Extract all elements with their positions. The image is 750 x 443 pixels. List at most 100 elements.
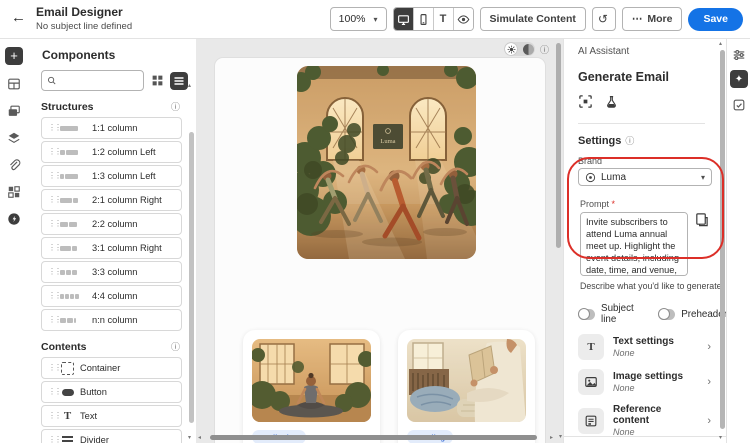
zoom-select[interactable]: 100% ▾ [329,7,387,31]
structure-item[interactable]: ⋮⋮ 3:1 column Right [41,237,182,259]
structure-item[interactable]: ⋮⋮ 2:2 column [41,213,182,235]
canvas-vertical-scrollbar[interactable]: ▾ [556,39,562,440]
meditation-card-image [252,339,371,422]
info-icon[interactable]: ⓘ [540,43,549,56]
email-card-meditation[interactable]: Meditation 15-Minute Guided Meditation [243,330,380,443]
drag-handle-icon[interactable]: ⋮⋮ [48,123,62,132]
back-icon[interactable]: ← [11,9,26,26]
scroll-right-icon[interactable]: ▸ [550,434,553,441]
info-icon[interactable]: ⓘ [625,134,634,147]
image-settings-row[interactable]: Image settings None › [578,369,711,395]
content-item-container[interactable]: ⋮⋮ Container [41,357,182,379]
scroll-down-icon[interactable]: ▾ [188,434,191,441]
search-input[interactable] [56,74,138,87]
dark-mode-icon[interactable] [523,43,534,55]
ai-assistant-button[interactable]: ✦ [730,70,748,88]
scroll-left-icon[interactable]: ◂ [198,434,201,441]
structure-label: 3:3 column [92,267,138,277]
reading-card-image [407,339,526,422]
component-search-input[interactable] [41,70,144,91]
drag-handle-icon[interactable]: ⋮⋮ [48,219,62,228]
add-component-button[interactable]: + [5,47,23,65]
drag-handle-icon[interactable]: ⋮⋮ [48,291,62,300]
subject-line-toggle[interactable] [578,308,596,320]
hero-image[interactable]: Luma [297,66,476,259]
eye-icon [457,14,469,24]
drag-handle-icon[interactable]: ⋮⋮ [48,411,62,420]
text-view-button[interactable]: T [432,8,453,30]
desktop-view-button[interactable] [393,8,413,30]
preheader-toggle[interactable] [658,308,676,320]
structure-label: 2:2 column [92,219,138,229]
grid-view-button[interactable] [148,72,166,90]
drag-handle-icon[interactable]: ⋮⋮ [48,435,62,443]
drag-handle-icon[interactable]: ⋮⋮ [48,195,62,204]
scroll-up-icon[interactable]: ▴ [719,40,722,47]
help-button[interactable] [6,211,22,227]
simulate-content-button[interactable]: Simulate Content [479,7,586,31]
light-mode-icon[interactable] [505,43,517,55]
content-item-divider[interactable]: ⋮⋮ Divider [41,429,182,443]
structure-glyph [60,269,87,275]
email-card-reading[interactable]: Reading [398,330,535,443]
canvas-horizontal-scrollbar[interactable]: ◂ ▸ [198,434,553,441]
mobile-view-button[interactable] [412,8,433,30]
fragments-button[interactable] [6,184,22,200]
scroll-down-icon[interactable]: ▾ [719,434,722,441]
chevron-down-icon: ▾ [373,14,378,24]
drag-handle-icon[interactable]: ⋮⋮ [48,243,62,252]
layers-button[interactable] [6,130,22,146]
structure-item[interactable]: ⋮⋮ 1:2 column Left [41,141,182,163]
prompt-template-button[interactable] [694,212,710,228]
assets-button[interactable] [6,103,22,119]
drag-handle-icon[interactable]: ⋮⋮ [48,315,62,324]
text-settings-value: None [613,348,635,358]
undo-button[interactable]: ↺ [591,7,616,31]
structure-item[interactable]: ⋮⋮ n:n column [41,309,182,331]
components-scrollbar[interactable]: ▴ ▾ [188,83,194,441]
preview-eye-button[interactable] [452,8,473,30]
scroll-up-icon[interactable]: ▴ [188,82,191,89]
list-view-button[interactable] [170,71,188,90]
structure-item[interactable]: ⋮⋮ 1:3 column Left [41,165,182,187]
structure-item[interactable]: ⋮⋮ 4:4 column [41,285,182,307]
properties-button[interactable] [731,47,747,63]
canvas-display-controls: ⓘ [504,42,549,56]
light-dark-toggle[interactable] [504,42,535,56]
feedback-icon [733,99,745,111]
text-settings-row[interactable]: T Text settings None › [578,334,711,360]
flask-icon[interactable] [605,94,618,114]
drag-handle-icon[interactable]: ⋮⋮ [48,147,62,156]
links-button[interactable] [6,157,22,173]
drag-handle-icon[interactable]: ⋮⋮ [48,363,62,372]
drag-handle-icon[interactable]: ⋮⋮ [48,267,62,276]
drag-handle-icon[interactable]: ⋮⋮ [48,387,62,396]
brand-select[interactable]: Luma ▾ [578,168,712,186]
structure-item[interactable]: ⋮⋮ 2:1 column Right [41,189,182,211]
structure-item[interactable]: ⋮⋮ 1:1 column [41,117,182,139]
content-item-text[interactable]: ⋮⋮ T Text [41,405,182,427]
prompt-label: Prompt * [580,199,616,209]
validation-button[interactable] [731,97,747,113]
info-icon[interactable]: ⓘ [171,340,180,353]
prompt-textarea[interactable]: Invite subscribers to attend Luma annual… [580,212,688,276]
more-button[interactable]: ⋯ More [621,7,683,31]
content-label: Divider [80,435,109,443]
info-icon[interactable]: ⓘ [171,100,180,113]
structure-item[interactable]: ⋮⋮ 3:3 column [41,261,182,283]
save-button[interactable]: Save [688,7,743,31]
structure-label: 1:2 column Left [92,147,156,157]
content-item-button[interactable]: ⋮⋮ Button [41,381,182,403]
prompt-helper-text: Describe what you'd like to generate. [580,281,724,291]
images-icon [8,105,20,116]
list-view-icon [174,76,184,85]
select-frame-icon[interactable] [578,94,593,114]
top-bar-actions: 100% ▾ T Simulate Content ↺ ⋯ More Save [329,7,743,31]
ai-panel-scrollbar[interactable]: ▴ ▾ [719,41,725,441]
scroll-down-icon[interactable]: ▾ [559,433,562,440]
reference-content-row[interactable]: Reference content None › [578,404,711,437]
ai-assistant-header: AI Assistant [578,46,630,57]
content-blocks-button[interactable] [6,76,22,92]
chevron-right-icon: › [707,341,711,353]
drag-handle-icon[interactable]: ⋮⋮ [48,171,62,180]
